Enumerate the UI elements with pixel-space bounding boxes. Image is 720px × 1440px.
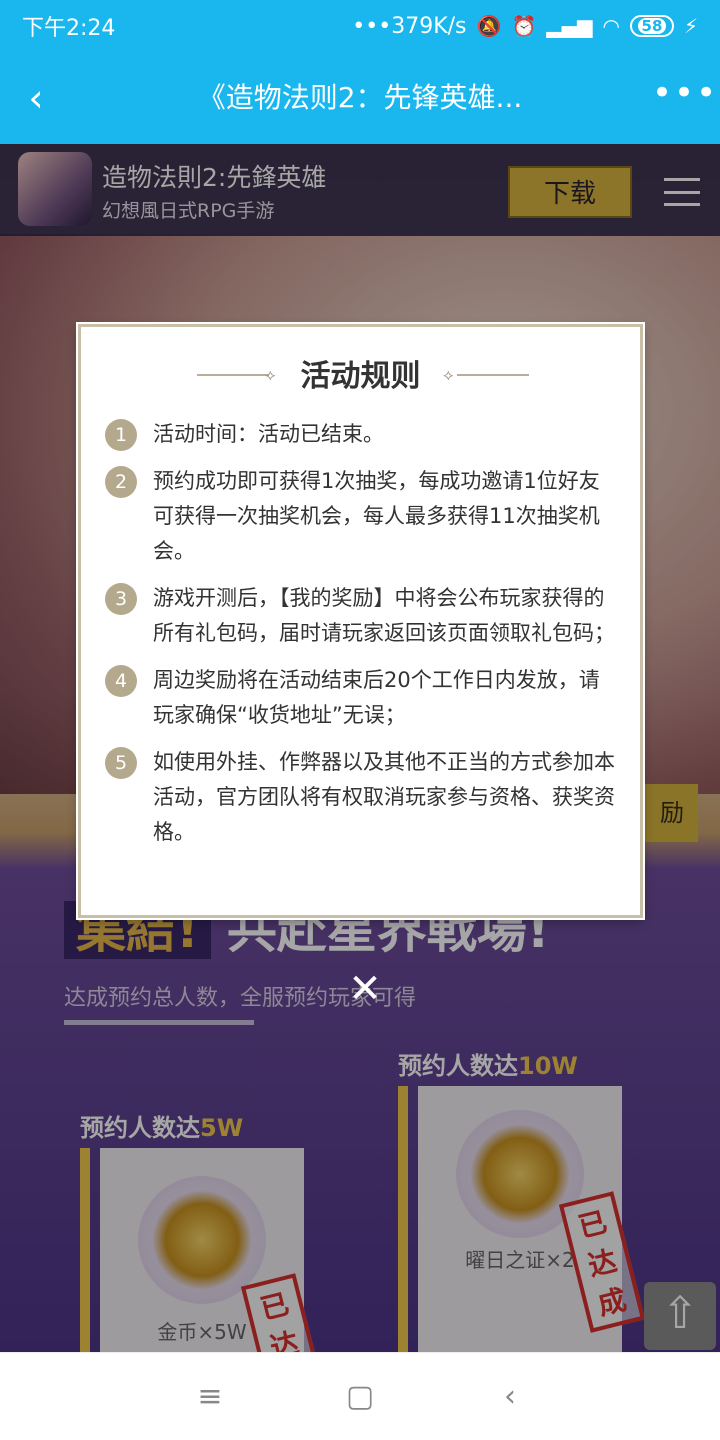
- rule-text: 预约成功即可获得1次抽奖，每成功邀请1位好友可获得一次抽奖机会，每人最多获得11…: [153, 469, 600, 563]
- alarm-icon: ⏰: [511, 14, 537, 38]
- menu-icon[interactable]: ≡: [190, 1377, 230, 1417]
- rule-item: 5 如使用外挂、作弊器以及其他不正当的方式参加本活动，官方团队将有权取消玩家参与资…: [105, 745, 620, 850]
- rule-item: 1 活动时间：活动已结束。: [105, 417, 620, 452]
- mute-icon: 🔕: [476, 14, 502, 38]
- rule-number: 3: [105, 583, 137, 615]
- rules-dialog: ⟡ 活动规则 ⟡ 1 活动时间：活动已结束。 2 预约成功即可获得1次抽奖，每成功邀…: [78, 324, 643, 918]
- rule-item: 4 周边奖励将在活动结束后20个工作日内发放，请玩家确保“收货地址”无误；: [105, 663, 620, 733]
- status-bar: 下午2:24 •••379K/s 🔕 ⏰ ▂▄▆ ◠ 58 ⚡: [0, 0, 720, 52]
- rule-item: 3 游戏开测后，【我的奖励】中将会公布玩家获得的所有礼包码，届时请玩家返回该页面领…: [105, 581, 620, 651]
- status-icons: •••379K/s 🔕 ⏰ ▂▄▆ ◠ 58 ⚡: [352, 14, 698, 39]
- status-time: 下午2:24: [22, 16, 116, 41]
- rule-number: 2: [105, 466, 137, 498]
- system-nav-bar: ≡ ▢ ‹: [0, 1352, 720, 1440]
- close-icon[interactable]: ✕: [345, 969, 385, 1009]
- wifi-icon: ◠: [602, 14, 620, 38]
- rule-number: 5: [105, 747, 137, 779]
- rule-text: 周边奖励将在活动结束后20个工作日内发放，请玩家确保“收货地址”无误；: [153, 668, 600, 727]
- ornament-icon: ⟡: [443, 365, 454, 384]
- rule-text: 如使用外挂、作弊器以及其他不正当的方式参加本活动，官方团队将有权取消玩家参与资格…: [153, 750, 615, 844]
- activity-page: 造物法則2:先鋒英雄 幻想風日式RPG手游 下载 励 集結! 共赴星界戦場! 达成…: [0, 144, 720, 1352]
- rule-text: 游戏开测后，【我的奖励】中将会公布玩家获得的所有礼包码，届时请玩家返回该页面领取…: [153, 586, 615, 645]
- rule-item: 2 预约成功即可获得1次抽奖，每成功邀请1位好友可获得一次抽奖机会，每人最多获得1…: [105, 464, 620, 569]
- rule-number: 4: [105, 665, 137, 697]
- back-icon[interactable]: ‹: [14, 72, 58, 124]
- nav-bar: ‹ 《造物法则2：先锋英雄... •••: [0, 52, 720, 144]
- home-icon[interactable]: ▢: [340, 1377, 380, 1417]
- battery-level: 58: [637, 18, 667, 34]
- signal-icon: ▂▄▆: [546, 14, 593, 38]
- back-icon[interactable]: ‹: [490, 1377, 530, 1417]
- divider: [457, 374, 529, 376]
- dialog-title: 活动规则: [300, 359, 421, 394]
- battery-icon: 58: [629, 15, 674, 37]
- network-speed: •••379K/s: [352, 13, 467, 39]
- rules-list: 1 活动时间：活动已结束。 2 预约成功即可获得1次抽奖，每成功邀请1位好友可获得一…: [105, 417, 620, 862]
- charging-icon: ⚡: [683, 14, 698, 38]
- rule-number: 1: [105, 419, 137, 451]
- more-options-icon[interactable]: •••: [652, 76, 716, 120]
- page-title: 《造物法则2：先锋英雄...: [197, 81, 523, 114]
- rule-text: 活动时间：活动已结束。: [153, 422, 384, 446]
